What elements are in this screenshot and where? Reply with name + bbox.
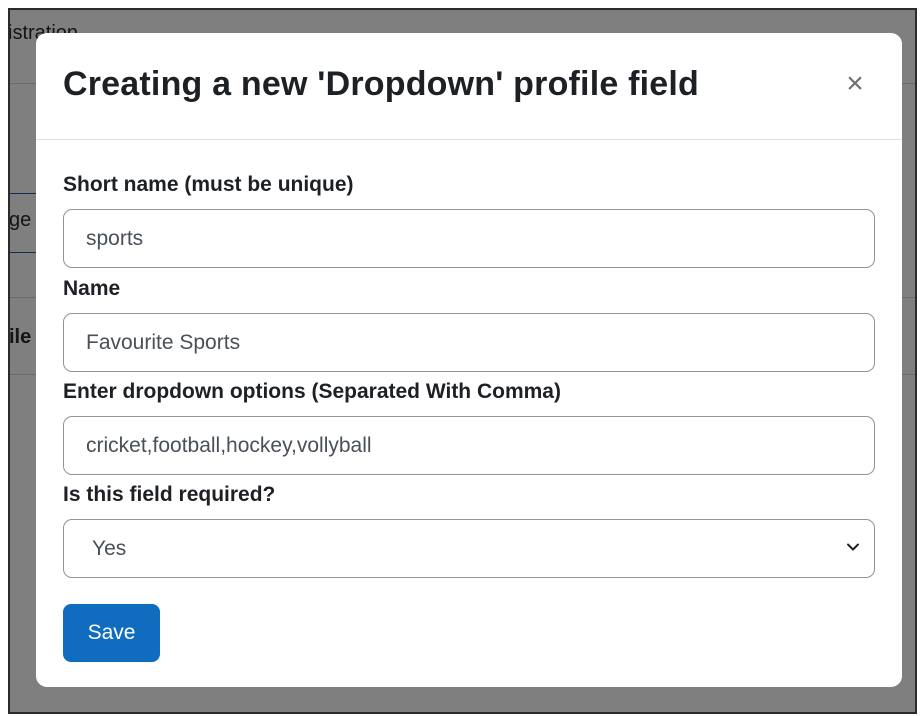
profile-field-modal: Creating a new 'Dropdown' profile field … [36, 33, 902, 687]
save-button[interactable]: Save [63, 604, 160, 662]
close-button[interactable]: × [840, 67, 870, 101]
name-label: Name [63, 277, 121, 300]
required-label: Is this field required? [63, 483, 276, 506]
required-select-wrapper: Yes [63, 519, 875, 578]
required-select[interactable]: Yes [63, 519, 875, 578]
name-input[interactable] [63, 313, 875, 372]
modal-header: Creating a new 'Dropdown' profile field … [36, 33, 902, 140]
dropdown-options-input[interactable] [63, 416, 875, 475]
modal-title: Creating a new 'Dropdown' profile field [63, 65, 700, 103]
dropdown-options-label: Enter dropdown options (Separated With C… [63, 380, 561, 403]
short-name-label: Short name (must be unique) [63, 173, 354, 196]
short-name-input[interactable] [63, 209, 875, 268]
